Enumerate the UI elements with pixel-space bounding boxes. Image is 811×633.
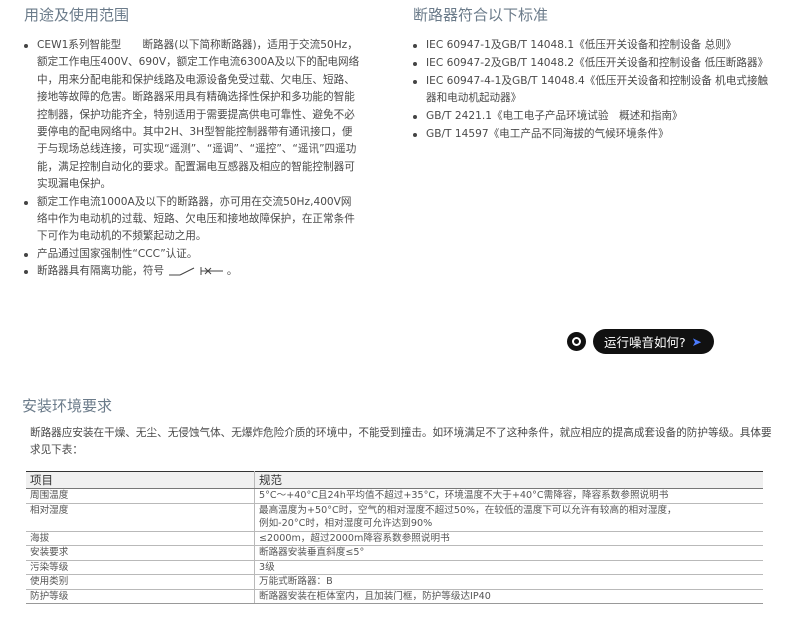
usage-list-container: CEW1系列智能型 断路器(以下简称断路器)，适用于交流50Hz，额定工作电压4…	[22, 37, 362, 281]
table-row: 使用类别 万能式断路器：B	[26, 574, 763, 590]
row-value: 5°C～+40°C且24h平均值不超过+35°C，环境温度不大于+40°C需降容…	[254, 488, 763, 504]
standards-list: IEC 60947-1及GB/T 14048.1《低压开关设备和控制设备 总则》…	[411, 37, 773, 143]
row-value: 万能式断路器：B	[254, 574, 763, 590]
table-row: 安装要求 断路器安装垂直斜度≤5°	[26, 545, 763, 561]
row-value: 3级	[254, 560, 763, 575]
install-spec-table: 项目 规范 周围温度 5°C～+40°C且24h平均值不超过+35°C，环境温度不…	[26, 471, 763, 604]
standard-item: IEC 60947-2及GB/T 14048.2《低压开关设备和控制设备 低压断…	[411, 55, 773, 72]
row-label: 使用类别	[26, 574, 255, 590]
row-label: 防护等级	[26, 589, 255, 604]
usage-section-title: 用途及使用范围	[24, 6, 130, 24]
noise-question-button[interactable]: 运行噪音如何? ➤	[593, 329, 714, 354]
table-row: 周围温度 5°C～+40°C且24h平均值不超过+35°C，环境温度不大于+40°…	[26, 488, 763, 504]
row-label: 安装要求	[26, 545, 255, 561]
row-label: 相对湿度	[26, 503, 255, 532]
row-label: 海拔	[26, 531, 255, 546]
usage-item-isolation: 断路器具有隔离功能，符号 。	[22, 263, 362, 280]
row-value: 最高温度为+50°C时，空气的相对湿度不超过50%，在较低的温度下可以允许有较高…	[254, 503, 763, 532]
row-label: 污染等级	[26, 560, 255, 575]
isolation-switch-symbol-icon	[168, 267, 223, 276]
table-row: 防护等级 断路器安装在柜体室内，且加装门框，防护等级达IP40	[26, 589, 763, 604]
standard-item: GB/T 2421.1《电工电子产品环境试验 概述和指南》	[411, 108, 773, 125]
noise-question-label: 运行噪音如何?	[604, 335, 686, 350]
table-header-row: 项目 规范	[26, 471, 763, 489]
table-row: 相对湿度 最高温度为+50°C时，空气的相对湿度不超过50%，在较低的温度下可以允…	[26, 503, 763, 532]
standard-item: GB/T 14597《电工产品不同海拔的气候环境条件》	[411, 126, 773, 143]
standard-item: IEC 60947-4-1及GB/T 14048.4《低压开关设备和控制设备 机…	[411, 73, 773, 108]
row-label: 周围温度	[26, 488, 255, 504]
usage-item: CEW1系列智能型 断路器(以下简称断路器)，适用于交流50Hz，额定工作电压4…	[22, 37, 362, 194]
row-value: 断路器安装在柜体室内，且加装门框，防护等级达IP40	[254, 589, 763, 604]
header-spec: 规范	[254, 471, 763, 489]
standard-item: IEC 60947-1及GB/T 14048.1《低压开关设备和控制设备 总则》	[411, 37, 773, 54]
usage-item: 产品通过国家强制性“CCC”认证。	[22, 246, 362, 263]
record-dot-icon[interactable]	[567, 332, 586, 351]
standards-list-container: IEC 60947-1及GB/T 14048.1《低压开关设备和控制设备 总则》…	[411, 37, 773, 144]
noise-question-widget: 运行噪音如何? ➤	[567, 329, 714, 354]
row-value: 断路器安装垂直斜度≤5°	[254, 545, 763, 561]
send-arrow-icon: ➤	[691, 334, 702, 349]
standards-section-title: 断路器符合以下标准	[413, 6, 549, 24]
usage-item: 额定工作电流1000A及以下的断路器，亦可用在交流50Hz,400V网络中作为电…	[22, 194, 362, 246]
table-row: 海拔 ≤2000m，超过2000m降容系数参照说明书	[26, 531, 763, 546]
usage-list: CEW1系列智能型 断路器(以下简称断路器)，适用于交流50Hz，额定工作电压4…	[22, 37, 362, 281]
table-row: 污染等级 3级	[26, 560, 763, 575]
install-section-title: 安装环境要求	[22, 397, 113, 415]
header-item: 项目	[26, 471, 255, 489]
row-value: ≤2000m，超过2000m降容系数参照说明书	[254, 531, 763, 546]
install-paragraph: 断路器应安装在干燥、无尘、无侵蚀气体、无爆炸危险介质的环境中，不能受到撞击。如环…	[30, 427, 772, 456]
